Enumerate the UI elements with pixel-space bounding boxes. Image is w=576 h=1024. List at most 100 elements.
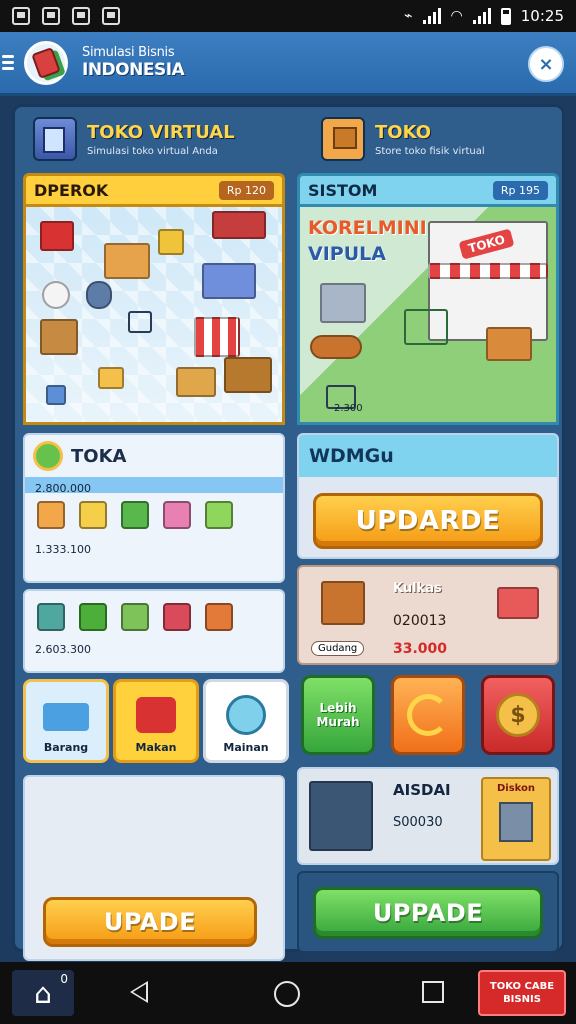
menu-icon[interactable]	[2, 55, 14, 70]
list-value-bar: 2.800.000	[25, 477, 283, 495]
app-logo	[24, 40, 68, 85]
boxes-icon	[321, 117, 365, 161]
list-value-3: 2.603.300	[35, 643, 91, 656]
category-label: Barang	[43, 741, 89, 754]
left-item-list-2: 2.603.300	[23, 589, 285, 673]
right-upgrade-button[interactable]: UPPADE	[313, 887, 543, 939]
category-makan[interactable]: Makan	[113, 679, 199, 763]
item-fruit[interactable]	[205, 603, 233, 631]
close-icon: ×	[538, 53, 554, 75]
discount-tile[interactable]: Lebih Murah	[301, 675, 375, 755]
main-panel: TOKO VIRTUAL Simulasi toko virtual Anda …	[12, 104, 565, 961]
vehicle-tag: Diskon	[496, 783, 536, 794]
delivery-truck-icon	[309, 781, 373, 851]
section-header: WDMGu	[299, 435, 557, 477]
item-red-box[interactable]	[163, 603, 191, 631]
wifi-icon: ◠	[450, 8, 463, 24]
home-circle-icon[interactable]	[274, 981, 300, 1007]
yellow-box	[158, 229, 184, 255]
promo-line-1: TOKO CABE	[489, 981, 555, 992]
asset-tag: Gudang	[311, 641, 365, 656]
right-store-scene: KORELMINI VIPULA TOKO 2.300	[297, 207, 559, 425]
item-row-1	[25, 493, 283, 537]
small-box	[98, 367, 124, 389]
red-shelf	[212, 211, 266, 239]
close-button[interactable]: ×	[528, 46, 564, 82]
left-column: DPEROK Rp 120 TOKA 2.800.000 1.333.100 2…	[23, 173, 289, 961]
left-categories: Barang Makan Mainan	[23, 679, 289, 775]
list-value-2: 1.333.100	[35, 543, 91, 556]
coin-icon	[33, 441, 63, 471]
vending-machine-icon	[33, 117, 77, 161]
gallery-icon	[72, 7, 90, 25]
blue-box	[46, 385, 66, 405]
promo-line-2: BISNIS	[503, 994, 541, 1005]
vehicle-tag-box: Diskon	[481, 777, 551, 861]
app-header: Simulasi Bisnis INDONESIA ×	[0, 32, 576, 96]
money-tile[interactable]: $	[481, 675, 555, 755]
item-pink[interactable]	[163, 501, 191, 529]
item-yellow[interactable]	[79, 501, 107, 529]
category-mainan[interactable]: Mainan	[203, 679, 289, 763]
item-teal-box[interactable]	[37, 603, 65, 631]
right-card-badge: Rp 195	[492, 180, 548, 200]
right-store-card[interactable]: SISTOM Rp 195 KORELMINI VIPULA TOKO 2.30…	[297, 173, 559, 425]
shopping-cart	[128, 311, 152, 333]
wooden-counter	[40, 319, 78, 355]
refresh-icon	[407, 694, 449, 736]
shopping-bag-icon	[31, 46, 61, 79]
barrel	[86, 281, 112, 309]
clock: 10:25	[520, 7, 564, 25]
discount-label: Lebih Murah	[316, 701, 360, 729]
right-card-title: SISTOM	[308, 180, 378, 200]
system-nav-bar: ⌂ 0 TOKO CABE BISNIS	[0, 962, 576, 1024]
red-bag-icon	[136, 697, 176, 733]
clock-icon	[226, 695, 266, 735]
item-green-crate[interactable]	[79, 603, 107, 631]
promo-button[interactable]: TOKO CABE BISNIS	[478, 970, 566, 1016]
overlay-line-1: KORELMINI	[308, 217, 427, 239]
right-update-section: WDMGu UPDARDE	[297, 433, 559, 559]
left-store-card[interactable]: DPEROK Rp 120	[23, 173, 285, 425]
right-bottom-panel: UPPADE	[297, 871, 559, 953]
item-green-box[interactable]	[121, 603, 149, 631]
asset-card[interactable]: Kulkas 020013 Gudang 33.000	[297, 565, 559, 665]
gallery-icon	[102, 7, 120, 25]
item-green[interactable]	[121, 501, 149, 529]
right-update-button[interactable]: UPDARDE	[313, 493, 543, 549]
item-lime[interactable]	[205, 501, 233, 529]
category-label: Makan	[135, 741, 177, 754]
category-barang[interactable]: Barang	[23, 679, 109, 763]
red-box	[40, 221, 74, 251]
coin-icon: $	[496, 693, 540, 737]
clock-display	[42, 281, 70, 309]
vibrate-icon: ⌁	[404, 8, 413, 24]
back-icon[interactable]	[130, 981, 148, 1003]
truck-icon	[497, 587, 539, 619]
asset-name: Kulkas	[393, 581, 442, 596]
right-store-subtitle: Store toko fisik virtual	[375, 145, 485, 157]
signal-icon	[472, 8, 491, 24]
house-icon: ⌂	[34, 976, 52, 1010]
item-orange[interactable]	[37, 501, 65, 529]
app-title-line-1: Simulasi Bisnis	[82, 45, 175, 60]
left-upgrade-button[interactable]: UPADE	[43, 897, 257, 947]
awning-stall	[194, 317, 240, 357]
vehicle-name: AISDAI	[393, 781, 451, 799]
shop-awning	[428, 263, 548, 279]
battery-icon	[500, 7, 511, 25]
list-title: TOKA	[71, 445, 127, 467]
vehicle-card[interactable]: AISDAI S00030 Diskon	[297, 767, 559, 865]
left-item-list: TOKA 2.800.000 1.333.100	[23, 433, 285, 583]
right-column: SISTOM Rp 195 KORELMINI VIPULA TOKO 2.30…	[297, 173, 559, 953]
home-shortcut-button[interactable]: ⌂ 0	[12, 970, 74, 1016]
right-store-title: TOKO	[375, 121, 432, 143]
produce-stand	[104, 243, 150, 279]
left-store-subtitle: Simulasi toko virtual Anda	[87, 145, 218, 157]
status-bar: ⌁ ◠ 10:25	[0, 0, 576, 32]
recent-apps-icon[interactable]	[422, 981, 444, 1003]
refresh-tile[interactable]	[391, 675, 465, 755]
left-store-scene	[23, 207, 285, 425]
shopping-cart	[404, 309, 448, 345]
item-row-2	[25, 591, 283, 639]
